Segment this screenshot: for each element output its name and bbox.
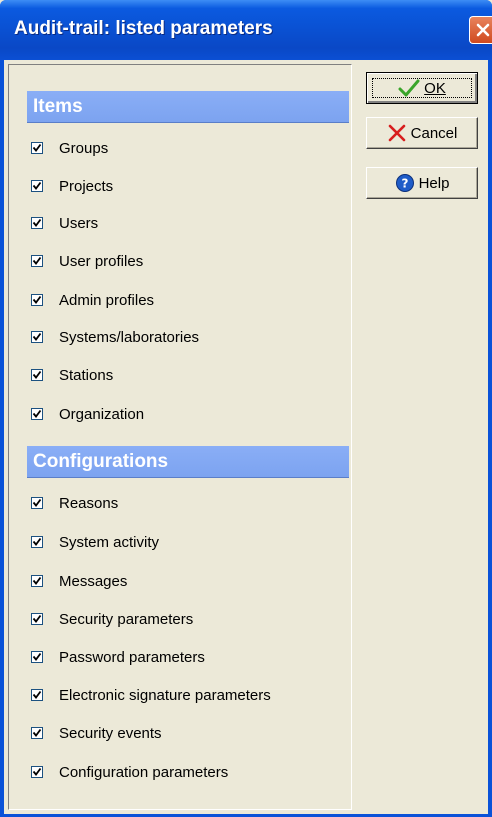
checkbox-box[interactable] [31,613,43,625]
checkmark-icon [32,537,42,546]
dialog-client: Items Groups Projects Users User profile… [4,60,488,814]
checkbox-box[interactable] [31,142,43,154]
checkbox-system-activity[interactable]: System activity [31,531,159,553]
checkbox-label: Users [59,214,99,232]
checkbox-box[interactable] [31,497,43,509]
section-header-configurations: Configurations [27,446,349,478]
checkbox-box[interactable] [31,369,43,381]
help-icon: ? [395,173,415,193]
window-title: Audit-trail: listed parameters [14,18,273,39]
ok-button[interactable]: OK [366,72,478,104]
cancel-label: Cancel [410,124,458,142]
section-header-items: Items [27,91,349,123]
checkbox-label: Security events [59,724,162,742]
checkbox-projects[interactable]: Projects [31,175,113,197]
checkbox-box[interactable] [31,294,43,306]
checkbox-user-profiles[interactable]: User profiles [31,250,143,272]
cross-icon [387,123,407,143]
checkbox-admin-profiles[interactable]: Admin profiles [31,289,154,311]
checkbox-box[interactable] [31,180,43,192]
checkbox-label: Password parameters [59,648,205,666]
cancel-button[interactable]: Cancel [366,117,478,149]
checkbox-label: Admin profiles [59,291,155,309]
checkmark-icon [32,767,42,776]
checkbox-label: Systems/laboratories [59,328,200,346]
checkbox-security-parameters[interactable]: Security parameters [31,608,193,630]
checkbox-stations[interactable]: Stations [31,364,113,386]
checkbox-electronic-signature-parameters[interactable]: Electronic signature parameters [31,684,271,706]
parameters-panel: Items Groups Projects Users User profile… [8,64,352,810]
title-bar[interactable]: Audit-trail: listed parameters [0,0,492,60]
checkbox-label: Configuration parameters [59,763,229,781]
checkbox-box[interactable] [31,331,43,343]
checkbox-label: Stations [59,366,114,384]
checkmark-icon [32,181,42,190]
focus-rect [372,78,472,98]
checkbox-messages[interactable]: Messages [31,570,127,592]
checkbox-box[interactable] [31,766,43,778]
checkbox-box[interactable] [31,217,43,229]
checkbox-box[interactable] [31,651,43,663]
checkbox-box[interactable] [31,536,43,548]
checkbox-label: Groups [59,139,109,157]
checkbox-label: Electronic signature parameters [59,686,271,704]
checkbox-organization[interactable]: Organization [31,403,144,425]
checkmark-icon [32,614,42,623]
checkmark-icon [32,652,42,661]
checkbox-label: Security parameters [59,610,194,628]
help-label: Help [418,174,450,192]
checkbox-systems-laboratories[interactable]: Systems/laboratories [31,326,199,348]
checkbox-groups[interactable]: Groups [31,137,108,159]
checkbox-label: Organization [59,405,145,423]
dialog-window: Audit-trail: listed parameters Items Gro… [0,0,492,817]
checkbox-users[interactable]: Users [31,212,98,234]
checkbox-label: Projects [59,177,114,195]
checkmark-icon [32,576,42,585]
checkmark-icon [32,690,42,699]
checkmark-icon [32,256,42,265]
checkbox-box[interactable] [31,727,43,739]
checkbox-configuration-parameters[interactable]: Configuration parameters [31,761,228,783]
checkbox-box[interactable] [31,408,43,420]
checkbox-label: User profiles [59,252,144,270]
close-icon [476,23,490,37]
checkbox-label: Messages [59,572,128,590]
checkmark-icon [32,218,42,227]
checkmark-icon [32,143,42,152]
close-button[interactable] [469,16,492,44]
checkbox-box[interactable] [31,575,43,587]
checkmark-icon [32,498,42,507]
checkbox-label: Reasons [59,494,119,512]
checkbox-password-parameters[interactable]: Password parameters [31,646,205,668]
svg-text:?: ? [401,177,408,191]
checkbox-box[interactable] [31,689,43,701]
checkbox-label: System activity [59,533,160,551]
checkbox-security-events[interactable]: Security events [31,722,162,744]
checkbox-reasons[interactable]: Reasons [31,492,118,514]
checkbox-box[interactable] [31,255,43,267]
checkmark-icon [32,409,42,418]
checkmark-icon [32,295,42,304]
checkmark-icon [32,332,42,341]
checkmark-icon [32,370,42,379]
help-button[interactable]: ? Help [366,167,478,199]
checkmark-icon [32,728,42,737]
